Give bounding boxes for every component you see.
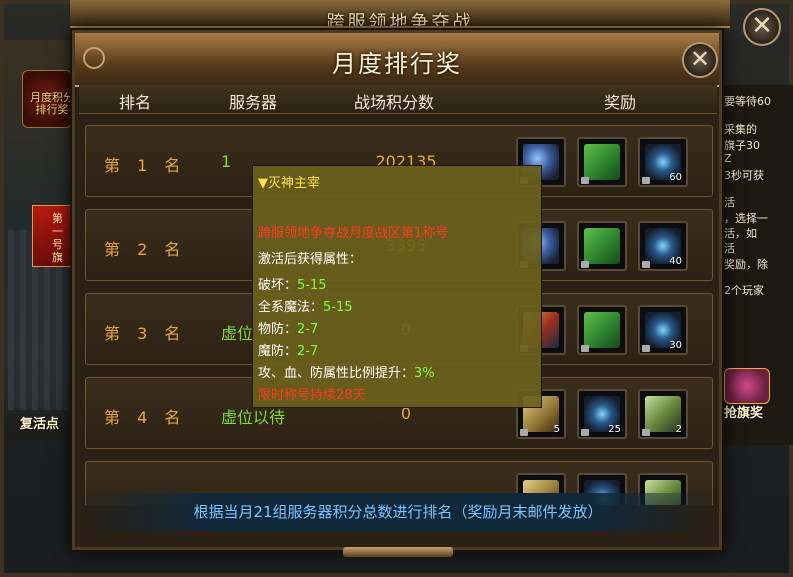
green-book-icon <box>584 144 620 180</box>
right-panel-text: 活 <box>724 242 735 255</box>
reward-slot[interactable]: 40 <box>638 221 688 271</box>
attribute-label: 攻、血、防属性比例提升： <box>258 366 415 381</box>
lock-icon <box>642 177 650 184</box>
footer-note: 根据当月21组服务器积分总数进行排名（奖励月末邮件发放） <box>193 503 603 521</box>
header-reward: 奖励 <box>604 93 637 112</box>
header-rank: 排名 <box>119 93 152 112</box>
header-score: 战场积分数 <box>354 93 435 112</box>
reward-slot[interactable]: 2 <box>638 389 688 439</box>
server-name: 1 <box>221 152 232 171</box>
lock-icon <box>581 261 589 268</box>
outer-window-title: 跨服领地争夺战 <box>326 12 474 28</box>
lock-icon <box>642 345 650 352</box>
reward-quantity: 60 <box>669 172 682 183</box>
right-panel-text: 要等待60 <box>724 95 771 108</box>
tooltip-attribute: 破坏：5-15 <box>258 274 327 293</box>
reward-slot[interactable]: 30 <box>638 305 688 355</box>
right-panel-text: 活，如 <box>724 227 757 240</box>
tooltip-attribute: 全系魔法：5-15 <box>258 296 353 315</box>
reward-quantity: 30 <box>669 340 682 351</box>
lock-icon <box>520 429 528 436</box>
bottom-ornament <box>343 547 453 557</box>
treasure-chest-icon[interactable] <box>724 368 770 404</box>
right-panel-text: 奖励，除 <box>724 258 768 271</box>
lock-icon <box>581 177 589 184</box>
green-book-icon <box>584 228 620 264</box>
tooltip-title: ▼灭神主宰 <box>258 176 320 191</box>
tooltip-duration: 限时称号持续28天 <box>258 388 366 403</box>
right-panel-text: 采集的 <box>724 123 757 136</box>
dialog-titlebar: 月度排行奖 ✕ <box>75 33 719 87</box>
grab-flag-reward-label[interactable]: 抢旗奖 <box>724 402 763 421</box>
reward-quantity: 5 <box>553 424 560 435</box>
attribute-label: 物防： <box>258 322 298 337</box>
server-name: 虚位 <box>221 324 254 343</box>
reward-quantity: 40 <box>669 256 682 267</box>
lock-icon <box>581 429 589 436</box>
attribute-label: 破坏： <box>258 278 298 293</box>
header-server: 服务器 <box>229 93 278 112</box>
attribute-value: 3% <box>414 366 435 381</box>
reward-slot[interactable] <box>577 305 627 355</box>
green-book-icon <box>584 312 620 348</box>
footer-bar: 根据当月21组服务器积分总数进行排名（奖励月末邮件发放） <box>79 493 717 531</box>
right-panel-text: 3秒可获 <box>724 169 764 182</box>
dialog-title: 月度排行奖 <box>332 50 462 78</box>
attribute-label: 全系魔法： <box>258 300 324 315</box>
rank-label: 第 1 名 <box>104 156 187 175</box>
outer-close-icon[interactable]: ✕ <box>743 8 781 46</box>
rank-label: 第 2 名 <box>104 240 187 259</box>
reward-slot[interactable] <box>577 221 627 271</box>
lock-icon <box>642 261 650 268</box>
table-header: 排名 服务器 战场积分数 奖励 <box>79 85 717 114</box>
reward-slot[interactable] <box>577 137 627 187</box>
right-panel-text: ，选择一 <box>724 212 768 225</box>
right-panel-text: 活 <box>724 196 735 209</box>
tooltip-activate-label: 激活后获得属性： <box>258 252 363 267</box>
attribute-value: 5-15 <box>323 300 353 315</box>
reward-quantity: 25 <box>608 424 621 435</box>
tooltip-attribute: 物防：2-7 <box>258 318 318 337</box>
tooltip-attribute: 攻、血、防属性比例提升：3% <box>258 362 435 381</box>
reward-slot[interactable]: 25 <box>577 389 627 439</box>
attribute-label: 魔防： <box>258 344 298 359</box>
tooltip-attribute: 魔防：2-7 <box>258 340 318 359</box>
dialog-close-icon[interactable]: ✕ <box>682 42 718 78</box>
reward-quantity: 2 <box>675 424 682 435</box>
rank-label: 第 3 名 <box>104 324 187 343</box>
title-tooltip: ▼灭神主宰 跨服领地争夺战月度战区第1称号 激活后获得属性： 破坏：5-15 全系… <box>252 165 542 408</box>
attribute-value: 2-7 <box>297 322 319 337</box>
right-panel-text: 旗子30 <box>724 139 760 152</box>
right-panel-text: Z <box>724 152 732 165</box>
lock-icon <box>642 429 650 436</box>
right-panel-text: 2个玩家 <box>724 284 764 297</box>
outer-window-titlebar: 跨服领地争夺战 <box>70 0 730 28</box>
attribute-value: 5-15 <box>297 278 327 293</box>
lock-icon <box>581 345 589 352</box>
reward-slot[interactable]: 60 <box>638 137 688 187</box>
tooltip-description: 跨服领地争夺战月度战区第1称号 <box>258 226 449 241</box>
attribute-value: 2-7 <box>297 344 319 359</box>
rank-label: 第 4 名 <box>104 408 187 427</box>
